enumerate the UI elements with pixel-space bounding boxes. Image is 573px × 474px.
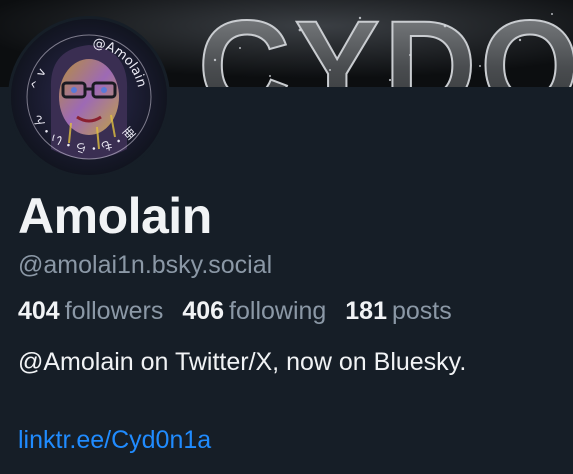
banner-title: CYDO	[198, 0, 573, 87]
posts-count: 181	[345, 297, 387, 325]
profile-avatar[interactable]: @Amolain ^ v 亜・も・ら・い・ん	[8, 16, 170, 178]
followers-stat[interactable]: 404 followers	[18, 296, 163, 326]
profile-bio: @Amolain on Twitter/X, now on Bluesky.	[18, 348, 467, 376]
followers-count: 404	[18, 297, 60, 325]
followers-label: followers	[64, 297, 164, 325]
posts-label: posts	[392, 297, 452, 325]
following-stat[interactable]: 406 following	[182, 296, 326, 326]
following-label: following	[229, 297, 327, 325]
profile-handle: @amolai1n.bsky.social	[18, 251, 273, 279]
display-name: Amolain	[18, 188, 212, 244]
following-count: 406	[182, 297, 225, 325]
profile-stats: 404 followers 406 following 181 posts	[18, 296, 464, 326]
posts-stat: 181 posts	[345, 296, 451, 326]
profile-link[interactable]: linktr.ee/Cyd0n1a	[18, 425, 211, 455]
avatar-image: @Amolain ^ v 亜・も・ら・い・ん	[11, 19, 167, 175]
